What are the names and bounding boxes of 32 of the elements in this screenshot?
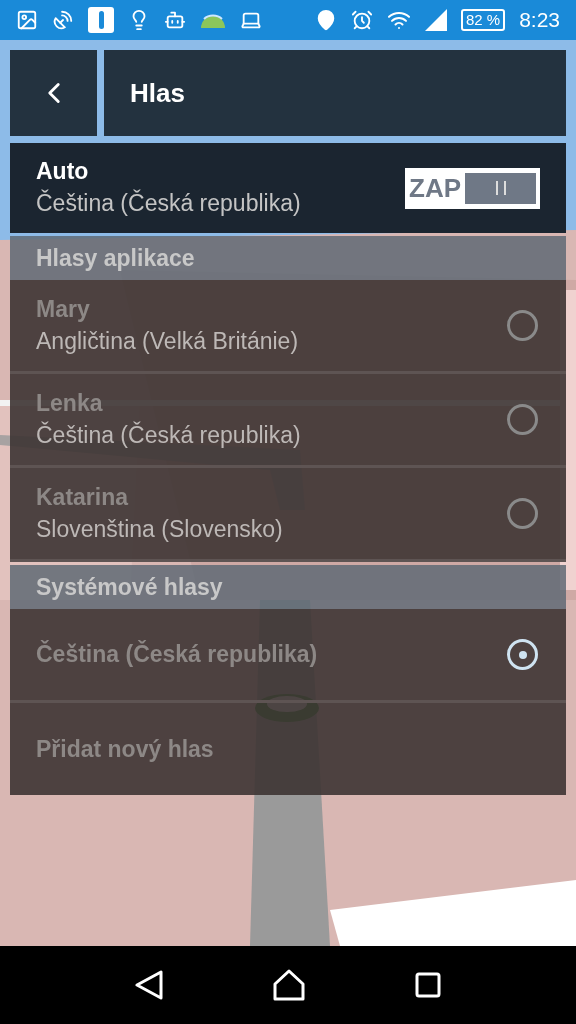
voice-language: Slovenština (Slovensko) [36,514,283,544]
robot-icon [164,9,186,31]
voice-language: Angličtina (Velká Británie) [36,326,299,356]
radio-button[interactable] [507,310,538,341]
section-title: Hlasy aplikace [36,243,195,273]
auto-language: Čeština (Česká republika) [36,188,301,218]
app-icon [88,7,114,33]
voice-language: Čeština (Česká republika) [36,420,301,450]
voice-option[interactable]: Lenka Čeština (Česká republika) [10,374,566,468]
satellite-dish-icon [52,9,74,31]
voice-option[interactable]: Čeština (Česká republika) [10,609,566,703]
voice-option[interactable]: Mary Angličtina (Velká Británie) [10,280,566,374]
page-title: Hlas [130,76,185,110]
auto-title: Auto [36,157,90,186]
section-title: Systémové hlasy [36,572,223,602]
image-icon [16,9,38,31]
signal-icon [424,9,447,31]
recent-apps-icon[interactable] [415,972,441,998]
alarm-icon [350,9,373,31]
add-voice-button[interactable]: Přidat nový hlas [10,703,566,795]
radio-button[interactable] [507,498,538,529]
radio-button[interactable] [507,404,538,435]
voice-name: Mary [36,294,91,324]
voice-language: Čeština (Česká republika) [36,639,318,670]
clock: 8:23 [519,7,560,34]
toggle-switch[interactable]: ZAP [405,167,540,209]
home-icon[interactable] [273,969,305,1001]
voice-name: Katarina [36,482,130,512]
battery-indicator: 82 % [460,9,506,31]
voice-name: Lenka [36,388,104,418]
back-nav-icon[interactable] [135,970,163,1000]
voice-option[interactable]: Katarina Slovenština (Slovensko) [10,468,566,562]
